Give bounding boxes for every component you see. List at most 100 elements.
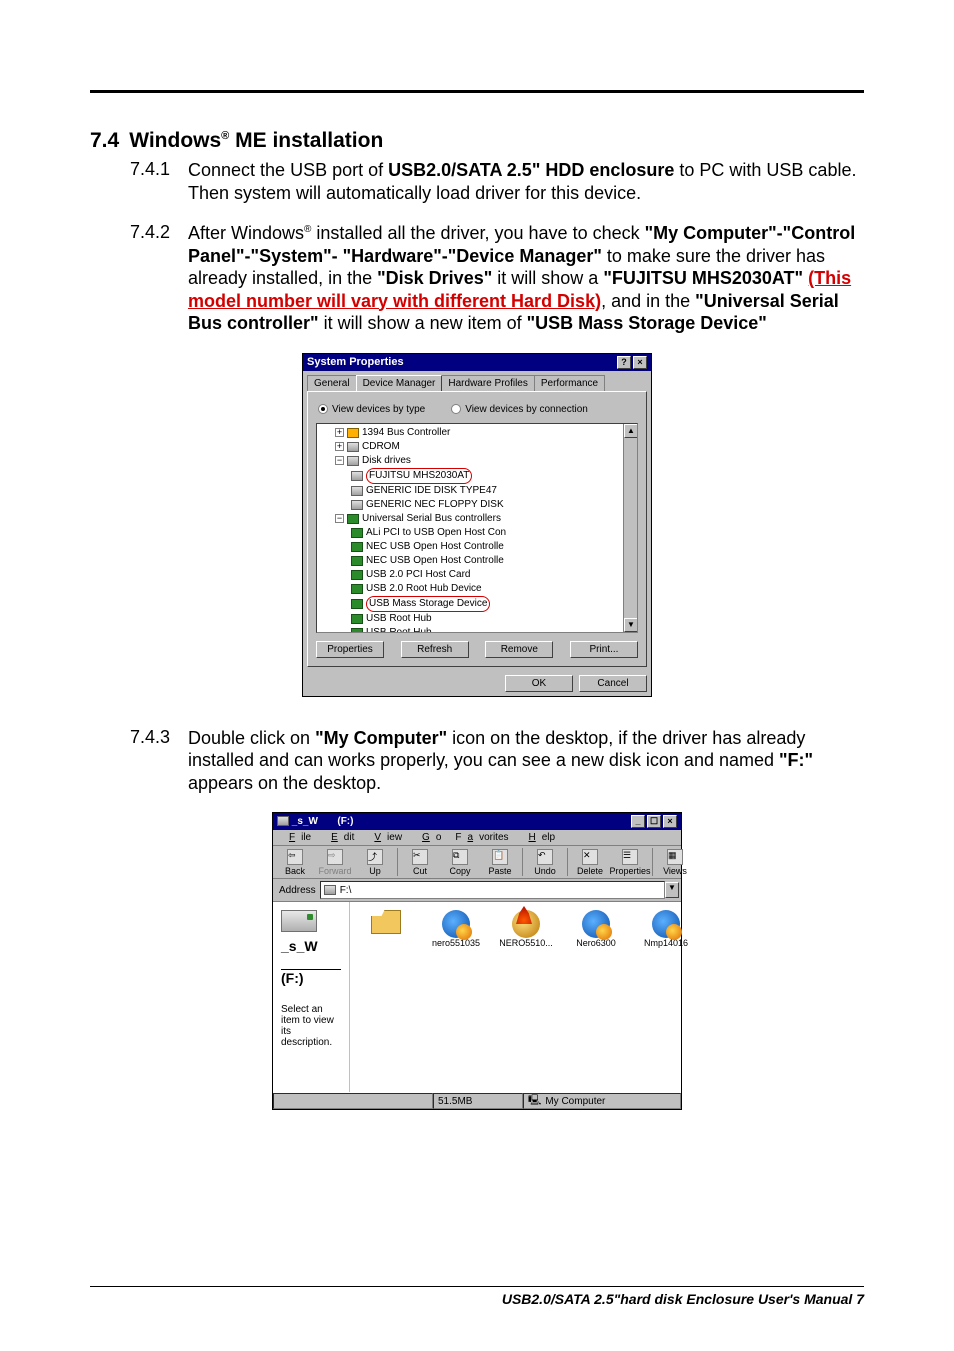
views-button[interactable]: ▦Views — [655, 849, 695, 876]
address-field[interactable]: F:\ — [320, 881, 665, 899]
delete-button[interactable]: ✕Delete — [570, 849, 610, 876]
refresh-button[interactable]: Refresh — [401, 641, 469, 658]
address-label: Address — [275, 885, 320, 896]
scroll-up-icon[interactable]: ▲ — [624, 424, 638, 438]
expand-icon[interactable]: + — [335, 442, 344, 451]
label-blank: _s_W — [281, 938, 318, 954]
device-tree[interactable]: +1394 Bus Controller + CDROM − Disk drives… — [316, 423, 638, 633]
status-location: 🖳 My Computer — [523, 1093, 681, 1109]
menu-view[interactable]: View — [362, 831, 408, 844]
cancel-button[interactable]: Cancel — [579, 675, 647, 692]
tb-label: Paste — [488, 866, 511, 876]
tree-item[interactable]: FUJITSU MHS2030AT — [369, 470, 469, 481]
paragraph-742: 7.4.2 After Windows® installed all the d… — [130, 222, 864, 335]
up-button[interactable]: ⤴Up — [355, 849, 395, 876]
controller-icon — [347, 428, 359, 438]
file-label: NERO5510... — [499, 938, 553, 948]
properties-button[interactable]: Properties — [316, 641, 384, 658]
menu-help[interactable]: Help — [517, 831, 562, 844]
usb-icon — [351, 570, 363, 580]
close-button[interactable]: × — [633, 356, 647, 369]
scrollbar[interactable]: ▲ ▼ — [623, 424, 637, 632]
close-button[interactable]: × — [663, 815, 677, 828]
address-value: F:\ — [340, 885, 352, 896]
file-pane[interactable]: nero551035 NERO5510... Nero6300 Nmp14016 — [350, 902, 702, 1092]
radio-view-by-type[interactable]: View devices by type — [318, 404, 425, 415]
copy-button[interactable]: ⧉Copy — [440, 849, 480, 876]
tab-device-manager[interactable]: Device Manager — [356, 375, 443, 391]
para-num-741: 7.4.1 — [130, 159, 188, 204]
tree-item[interactable]: NEC USB Open Host Controlle — [366, 554, 504, 568]
tree-item[interactable]: GENERIC IDE DISK TYPE47 — [366, 484, 497, 498]
text: it will show a new item of — [319, 313, 527, 333]
section-heading: 7.4Windows® ME installation — [90, 129, 864, 153]
text: Connect the USB port of — [188, 160, 388, 180]
section-number: 7.4 — [90, 129, 119, 152]
usb-icon — [351, 614, 363, 624]
properties-button[interactable]: ☰Properties — [610, 849, 650, 876]
dialog-titlebar[interactable]: System Properties ? × — [303, 354, 651, 371]
disk-icon — [351, 500, 363, 510]
tree-item[interactable]: CDROM — [362, 440, 400, 454]
text: After Windows — [188, 223, 304, 243]
tb-label: Forward — [318, 866, 351, 876]
forward-button[interactable]: ⇨Forward — [315, 849, 355, 876]
folder-item[interactable] — [358, 910, 414, 934]
text: it will show a — [492, 268, 603, 288]
file-item[interactable]: NERO5510... — [498, 910, 554, 948]
tab-general[interactable]: General — [307, 375, 357, 391]
tab-performance[interactable]: Performance — [534, 375, 605, 391]
remove-button[interactable]: Remove — [485, 641, 553, 658]
paragraph-743: 7.4.3 Double click on "My Computer" icon… — [130, 727, 864, 795]
tree-item[interactable]: USB 2.0 Root Hub Device — [366, 582, 482, 596]
minimize-button[interactable]: _ — [631, 815, 645, 828]
separator — [397, 848, 398, 876]
tab-panel: View devices by type View devices by con… — [307, 391, 647, 667]
tree-item[interactable]: USB Root Hub — [366, 626, 432, 633]
tab-hardware-profiles[interactable]: Hardware Profiles — [441, 375, 534, 391]
tree-item[interactable]: NEC USB Open Host Controlle — [366, 540, 504, 554]
explorer-body: _s_W (F:) Select an item to view its des… — [273, 902, 681, 1092]
explorer-titlebar[interactable]: _s_W (F:) _ ☐ × — [273, 813, 681, 830]
collapse-icon[interactable]: − — [335, 456, 344, 465]
maximize-button[interactable]: ☐ — [647, 815, 661, 828]
usb-icon — [351, 584, 363, 594]
radio-view-by-connection[interactable]: View devices by connection — [451, 404, 588, 415]
tree-item[interactable]: USB Mass Storage Device — [369, 598, 487, 609]
ok-button[interactable]: OK — [505, 675, 573, 692]
expand-icon[interactable]: + — [335, 428, 344, 437]
menu-favorites[interactable]: Favorites — [449, 831, 514, 844]
bold-text: USB2.0/SATA 2.5" HDD enclosure — [388, 160, 674, 180]
tree-item[interactable]: Disk drives — [362, 454, 411, 468]
help-button[interactable]: ? — [617, 356, 631, 369]
undo-button[interactable]: ↶Undo — [525, 849, 565, 876]
tree-item[interactable]: 1394 Bus Controller — [362, 426, 450, 440]
file-label: Nero6300 — [576, 938, 616, 948]
bold-text: "USB Mass Storage Device" — [527, 313, 767, 333]
status-bar: 51.5MB 🖳 My Computer — [273, 1092, 681, 1109]
drive-label: _s_W (F:) — [281, 938, 341, 986]
menu-file[interactable]: FFileile — [277, 831, 317, 844]
paste-button[interactable]: 📋Paste — [480, 849, 520, 876]
tree-item[interactable]: ALi PCI to USB Open Host Con — [366, 526, 506, 540]
address-dropdown[interactable]: ▼ — [665, 882, 679, 898]
menu-go[interactable]: Go — [410, 831, 447, 844]
tb-label: Properties — [609, 866, 650, 876]
cut-button[interactable]: ✂Cut — [400, 849, 440, 876]
print-button[interactable]: Print... — [570, 641, 638, 658]
system-properties-dialog: System Properties ? × General Device Man… — [302, 353, 652, 697]
tree-item[interactable]: GENERIC NEC FLOPPY DISK — [366, 498, 504, 512]
properties-icon: ☰ — [622, 849, 638, 865]
tree-item[interactable]: USB 2.0 PCI Host Card — [366, 568, 470, 582]
tree-item[interactable]: USB Root Hub — [366, 612, 432, 626]
scroll-down-icon[interactable]: ▼ — [624, 618, 638, 632]
menu-edit[interactable]: Edit — [319, 831, 360, 844]
radio-label: View devices by connection — [465, 404, 588, 415]
usb-controller-icon — [347, 514, 359, 524]
file-item[interactable]: nero551035 — [428, 910, 484, 948]
tree-item[interactable]: Universal Serial Bus controllers — [362, 512, 501, 526]
collapse-icon[interactable]: − — [335, 514, 344, 523]
back-button[interactable]: ⇦Back — [275, 849, 315, 876]
file-item[interactable]: Nero6300 — [568, 910, 624, 948]
file-item[interactable]: Nmp14016 — [638, 910, 694, 948]
